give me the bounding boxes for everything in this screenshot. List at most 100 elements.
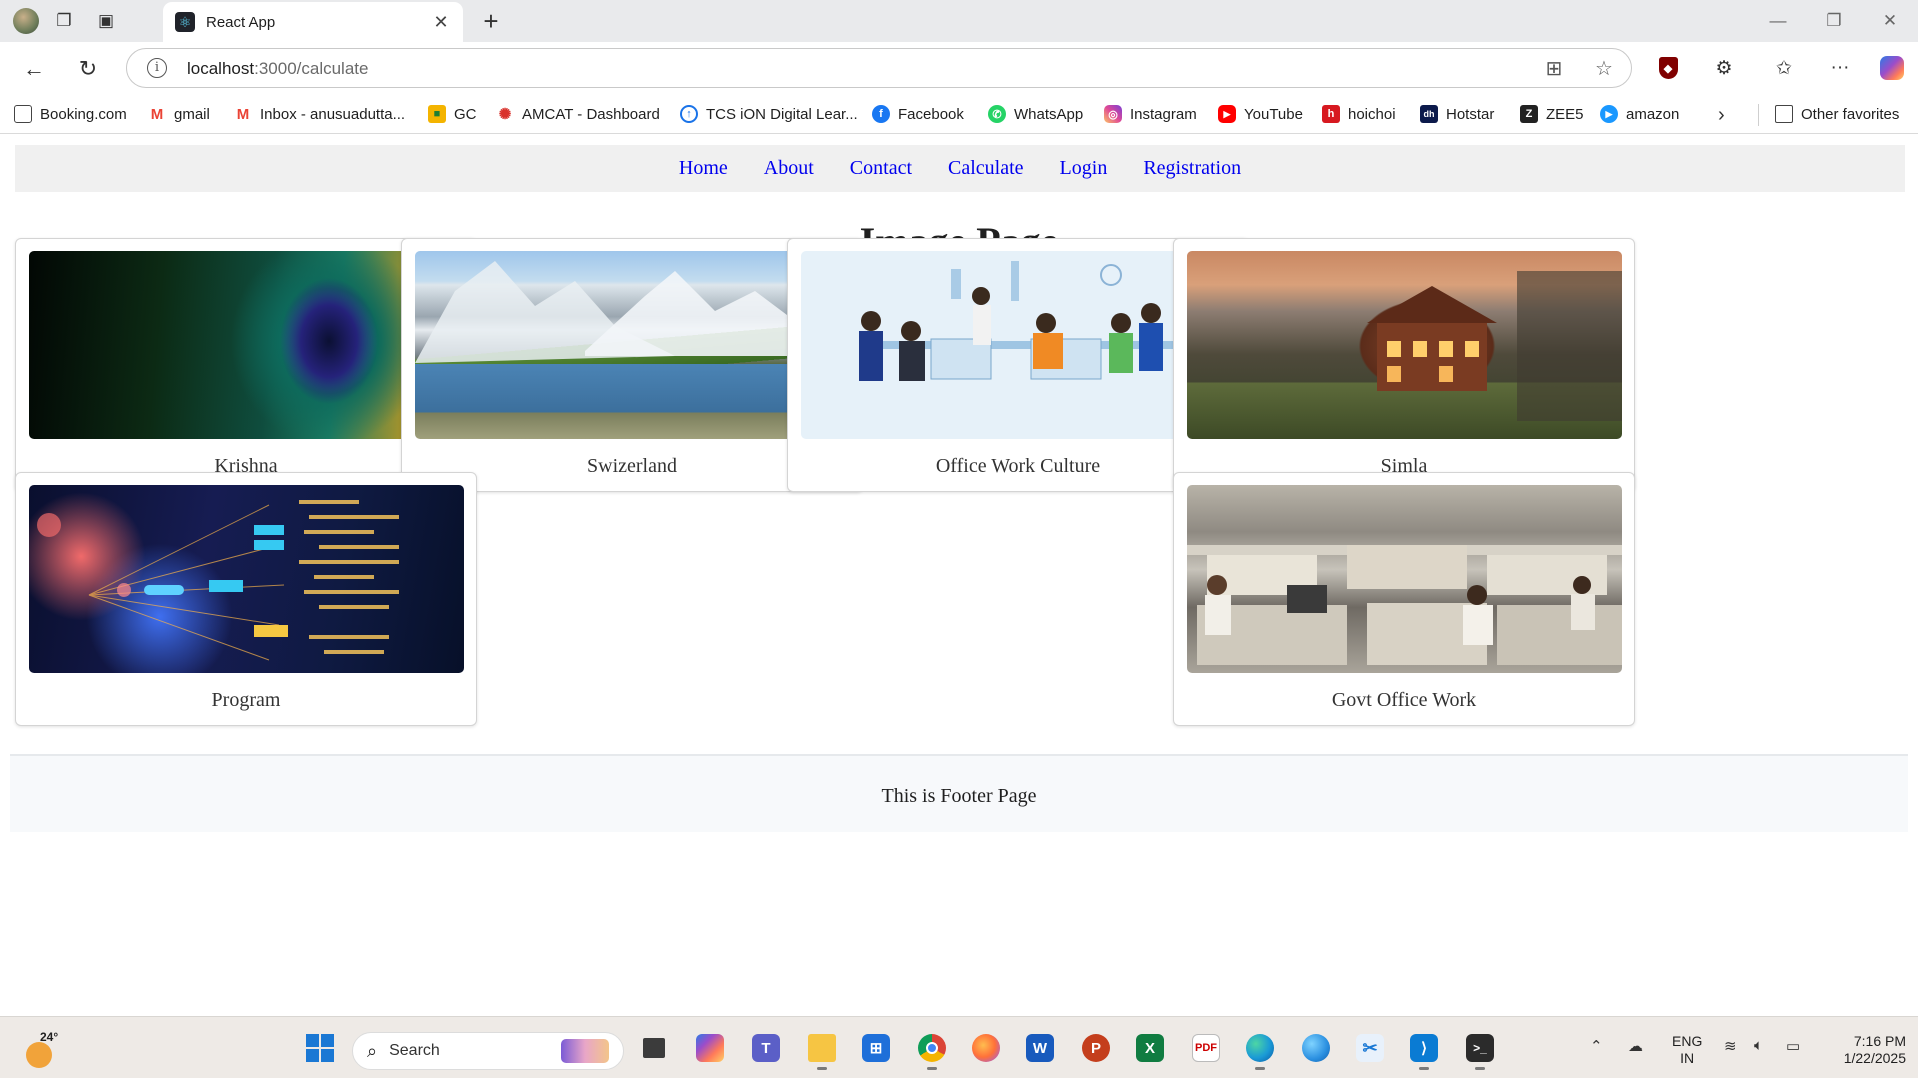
nav-link-home[interactable]: Home (679, 157, 728, 180)
hoichoi-icon: h (1322, 105, 1340, 123)
page-viewport: Home About Contact Calculate Login Regis… (4, 136, 1914, 1016)
image-card-govt-office-work[interactable]: Govt Office Work (1173, 472, 1635, 726)
bookmark-amcat[interactable]: ✺ AMCAT - Dashboard (496, 102, 660, 126)
weather-widget[interactable]: 24° (24, 1030, 58, 1068)
nav-link-about[interactable]: About (764, 157, 814, 180)
bookmark-zee5[interactable]: Z ZEE5 (1520, 102, 1584, 126)
bookmark-instagram[interactable]: ◎ Instagram (1104, 102, 1197, 126)
system-clock[interactable]: 7:16 PM 1/22/2025 (1822, 1033, 1906, 1067)
zee5-icon: Z (1520, 105, 1538, 123)
card-image-mountain-lake (415, 251, 850, 439)
language-indicator[interactable]: ENG IN (1672, 1033, 1702, 1067)
region-code: IN (1680, 1050, 1695, 1066)
search-highlight-icon (561, 1039, 609, 1063)
tab-react-app[interactable]: ⚛ React App ✕ (163, 2, 463, 42)
copilot-icon[interactable] (1876, 53, 1908, 83)
firefox-icon[interactable] (968, 1030, 1004, 1066)
wifi-icon[interactable]: ≋ (1724, 1037, 1737, 1055)
bookmark-whatsapp[interactable]: ✆ WhatsApp (988, 102, 1083, 126)
browser-toolbar: ← ↻ i localhost:3000/calculate ⊞ ☆ ◆ ⚙ ✩… (0, 42, 1918, 94)
close-window-icon[interactable]: ✕ (1870, 8, 1910, 34)
onedrive-icon[interactable]: ☁ (1628, 1037, 1643, 1055)
bookmark-inbox[interactable]: M Inbox - anusuadutta... (234, 102, 405, 126)
terminal-icon[interactable]: >_ (1462, 1030, 1498, 1070)
nav-link-contact[interactable]: Contact (850, 157, 912, 180)
ublock-shield-icon[interactable]: ◆ (1652, 53, 1684, 83)
start-icon[interactable] (302, 1030, 338, 1066)
card-caption: Govt Office Work (1331, 689, 1477, 711)
chrome-icon[interactable] (914, 1030, 950, 1070)
pdf-viewer-icon[interactable]: PDF (1188, 1030, 1224, 1066)
powerpoint-icon[interactable]: P (1078, 1030, 1114, 1066)
card-image-code-visual (29, 485, 464, 673)
windows-taskbar: 24° ⌕ Search T ⊞ W P X PDF ✂ ⟩ >_ ⌃ ☁ EN… (0, 1016, 1918, 1078)
gmail-icon: M (148, 105, 166, 123)
clock-date: 1/22/2025 (1843, 1050, 1906, 1066)
bookmark-gmail[interactable]: Mgmail (148, 102, 210, 126)
bookmark-tcs-ion[interactable]: ↑ TCS iON Digital Lear... (680, 102, 858, 126)
microsoft-store-icon[interactable]: ⊞ (858, 1030, 894, 1066)
excel-icon[interactable]: X (1132, 1030, 1168, 1066)
workspaces-icon[interactable]: ❐ (50, 7, 78, 35)
bookmark-facebook[interactable]: f Facebook (872, 102, 964, 126)
card-caption: Program (211, 689, 281, 711)
bookmarks-bar: Booking.com Mgmail M Inbox - anusuadutta.… (0, 94, 1918, 134)
restore-icon[interactable]: ❐ (1814, 8, 1854, 34)
copilot-app-icon[interactable] (692, 1030, 728, 1066)
battery-icon[interactable]: ▭ (1786, 1037, 1800, 1055)
nav-link-calculate[interactable]: Calculate (948, 157, 1024, 180)
card-image-peacock-feather (29, 251, 464, 439)
vertical-tabs-icon[interactable]: ▣ (92, 7, 120, 35)
image-card-simla[interactable]: Simla (1173, 238, 1635, 492)
app-available-icon[interactable]: ⊞ (1541, 56, 1567, 81)
page-icon (14, 105, 32, 123)
bookmark-booking[interactable]: Booking.com (14, 102, 127, 126)
word-icon[interactable]: W (1022, 1030, 1058, 1066)
profile-avatar-icon[interactable] (12, 7, 40, 35)
top-navigation: Home About Contact Calculate Login Regis… (15, 145, 1905, 192)
url-text[interactable]: localhost:3000/calculate (187, 59, 368, 79)
image-card-program[interactable]: Program (15, 472, 477, 726)
taskbar-search[interactable]: ⌕ Search (352, 1032, 624, 1070)
task-view-icon[interactable] (636, 1030, 672, 1066)
bookmark-gc[interactable]: ■ GC (428, 102, 477, 126)
address-bar[interactable]: i localhost:3000/calculate ⊞ ☆ (126, 48, 1632, 88)
site-info-icon[interactable]: i (147, 58, 167, 78)
chevron-right-icon[interactable]: › (1718, 104, 1725, 127)
nav-link-registration[interactable]: Registration (1143, 157, 1241, 180)
edge-icon[interactable] (1242, 1030, 1278, 1070)
folder-icon (1775, 105, 1793, 123)
clock-time: 7:16 PM (1853, 1033, 1906, 1049)
gmail-icon: M (234, 105, 252, 123)
bookmark-hoichoi[interactable]: h hoichoi (1322, 102, 1396, 126)
edge-beta-icon[interactable] (1298, 1030, 1334, 1066)
chevron-up-icon[interactable]: ⌃ (1590, 1037, 1603, 1055)
search-icon: ⌕ (367, 1040, 378, 1061)
teams-icon[interactable]: T (748, 1030, 784, 1066)
extensions-icon[interactable]: ⚙ (1708, 53, 1740, 83)
more-options-icon[interactable]: ··· (1824, 53, 1856, 83)
refresh-icon[interactable]: ↻ (72, 53, 104, 85)
search-label: Search (389, 1042, 440, 1059)
other-favorites-folder[interactable]: Other favorites (1775, 102, 1899, 126)
back-icon[interactable]: ← (18, 53, 50, 85)
nav-link-login[interactable]: Login (1060, 157, 1108, 180)
react-logo-icon: ⚛ (175, 12, 195, 32)
volume-icon[interactable]: 🔈︎ (1754, 1037, 1763, 1054)
favorite-star-icon[interactable]: ☆ (1591, 56, 1617, 81)
favorites-icon[interactable]: ✩ (1768, 53, 1800, 83)
sun-icon (26, 1042, 52, 1068)
new-tab-icon[interactable]: + (476, 6, 506, 37)
bookmarks-divider (1758, 104, 1759, 126)
file-explorer-icon[interactable] (804, 1030, 840, 1070)
close-tab-icon[interactable]: ✕ (431, 12, 451, 33)
card-image-hill-house (1187, 251, 1622, 439)
minimize-icon[interactable]: — (1758, 8, 1798, 34)
vscode-icon[interactable]: ⟩ (1406, 1030, 1442, 1070)
prime-video-icon: ▶ (1600, 105, 1618, 123)
bookmark-youtube[interactable]: ▶ YouTube (1218, 102, 1303, 126)
bookmark-hotstar[interactable]: dh Hotstar (1420, 102, 1494, 126)
bookmark-amazon[interactable]: ▶ amazon (1600, 102, 1679, 126)
snipping-tool-icon[interactable]: ✂ (1352, 1030, 1388, 1066)
amcat-icon: ✺ (496, 105, 514, 123)
